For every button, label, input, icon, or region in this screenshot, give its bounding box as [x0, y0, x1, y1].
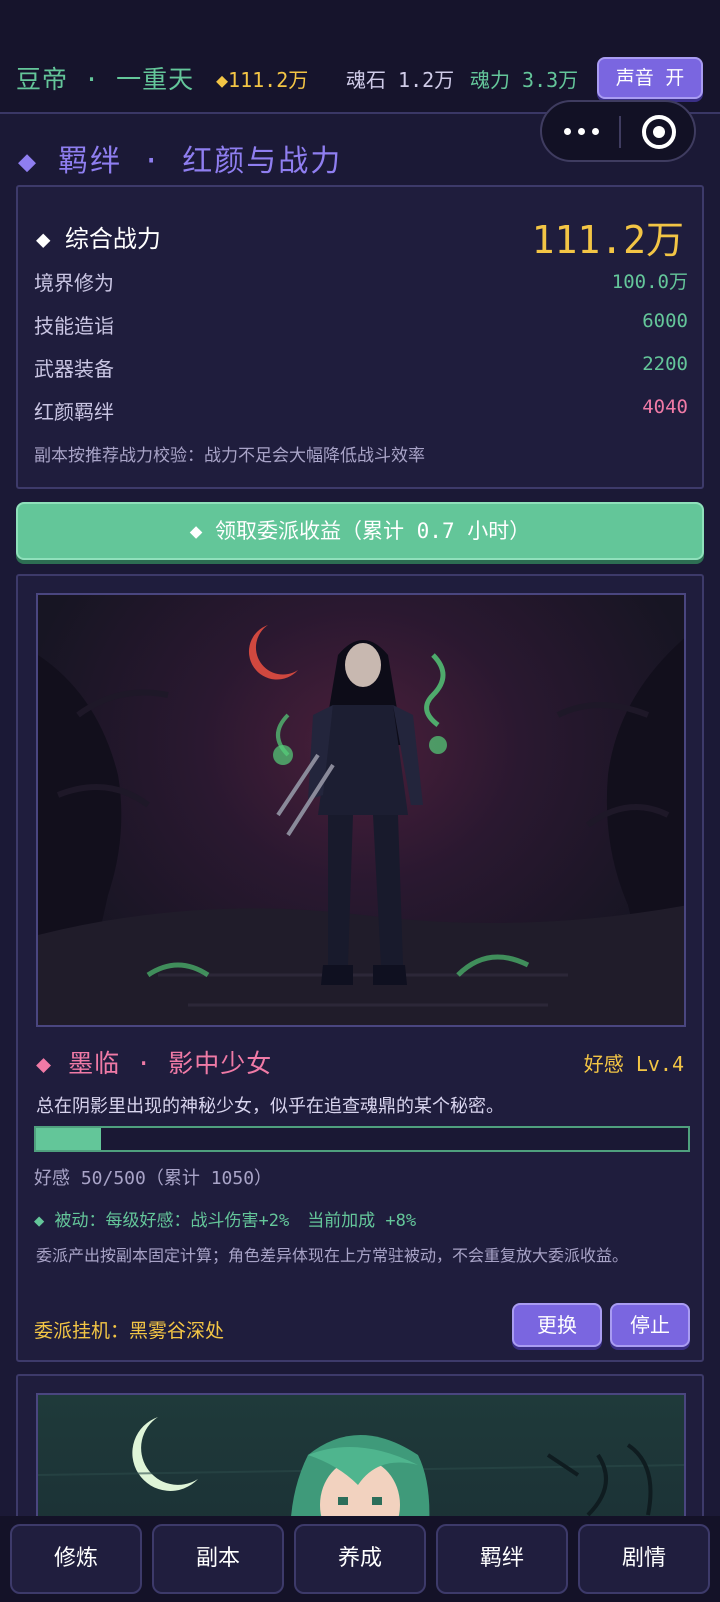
passive-label: ◆ 被动：每级好感：战斗伤害+2% [34, 1211, 290, 1231]
companion-card: ◆ 墨临 · 影中少女 好感 Lv.4 总在阴影里出现的神秘少女，似乎在追查魂鼎… [16, 574, 704, 1362]
affection-text: 好感 50/500（累计 1050） [34, 1168, 273, 1189]
section-title: ◆ 羁绊 · 红颜与战力 [18, 144, 343, 179]
stat-value: 6000 [642, 310, 688, 332]
stat-row-weapon: 武器装备 2200 [34, 353, 688, 383]
companion-art-illustration-2 [38, 1417, 684, 1532]
stat-value: 2200 [642, 353, 688, 375]
stat-value: 100.0万 [611, 271, 688, 293]
dispatch-note: 委派产出按副本固定计算；角色差异体现在上方常驻被动，不会重复放大委派收益。 [36, 1246, 629, 1265]
nav-bond[interactable]: 羁绊 [436, 1524, 568, 1594]
combat-power-panel: ◆ 综合战力 111.2万 境界修为 100.0万 技能造诣 6000 武器装备… [16, 185, 704, 489]
capsule-divider [619, 116, 621, 148]
stat-row-bond: 红颜羁绊 4040 [34, 396, 688, 426]
stat-label: 境界修为 [34, 271, 114, 295]
stat-value: 4040 [642, 396, 688, 418]
more-icon[interactable] [562, 121, 602, 141]
combat-power-title: ◆ 综合战力 [36, 225, 161, 253]
passive-bonus: ◆ 被动：每级好感：战斗伤害+2% 当前加成 +8% [34, 1206, 416, 1231]
stat-label: 武器装备 [34, 357, 114, 381]
stat-label: 红颜羁绊 [34, 400, 114, 424]
claim-dispatch-reward-button[interactable]: ◆ 领取委派收益（累计 0.7 小时） [16, 502, 704, 560]
nav-dungeon[interactable]: 副本 [152, 1524, 284, 1594]
top-status-bar: 豆帝 · 一重天 ◆111.2万 魂石 1.2万 魂力 3.3万 声音 开 [0, 0, 720, 114]
change-dispatch-button[interactable]: 更换 [512, 1303, 602, 1347]
soulpower-counter: 魂力 3.3万 [470, 68, 579, 92]
nav-nurture[interactable]: 养成 [294, 1524, 426, 1594]
stat-row-realm: 境界修为 100.0万 [34, 267, 688, 297]
affection-progress-bar [34, 1126, 690, 1152]
affection-progress-fill [36, 1128, 102, 1150]
companion-art-illustration [38, 625, 684, 1025]
power-note: 副本按推荐战力校验：战力不足会大幅降低战斗效率 [34, 446, 425, 466]
stat-row-skill: 技能造诣 6000 [34, 310, 688, 340]
combat-power-value: 111.2万 [531, 218, 684, 262]
bottom-navigation: 修炼 副本 养成 羁绊 剧情 [0, 1516, 720, 1602]
sound-toggle-button[interactable]: 声音 开 [597, 57, 703, 99]
companion-name: ◆ 墨临 · 影中少女 [36, 1049, 273, 1078]
companion-description: 总在阴影里出现的神秘少女，似乎在追查魂鼎的某个秘密。 [36, 1096, 504, 1117]
affection-level: 好感 Lv.4 [583, 1052, 684, 1076]
miniprogram-capsule [540, 100, 696, 162]
companion-card-2 [16, 1374, 704, 1534]
passive-current: 当前加成 +8% [307, 1211, 417, 1231]
soulstone-counter: 魂石 1.2万 [346, 68, 455, 92]
nav-cultivate[interactable]: 修炼 [10, 1524, 142, 1594]
gold-counter: ◆111.2万 [216, 68, 309, 92]
close-miniprogram-icon[interactable] [642, 115, 676, 149]
realm-label: 豆帝 · 一重天 [16, 65, 195, 94]
companion-portrait [36, 593, 686, 1027]
stop-dispatch-button[interactable]: 停止 [610, 1303, 690, 1347]
stat-label: 技能造诣 [34, 314, 114, 338]
nav-story[interactable]: 剧情 [578, 1524, 710, 1594]
dispatch-location: 委派挂机：黑雾谷深处 [34, 1320, 225, 1342]
companion-portrait-2 [36, 1393, 686, 1532]
